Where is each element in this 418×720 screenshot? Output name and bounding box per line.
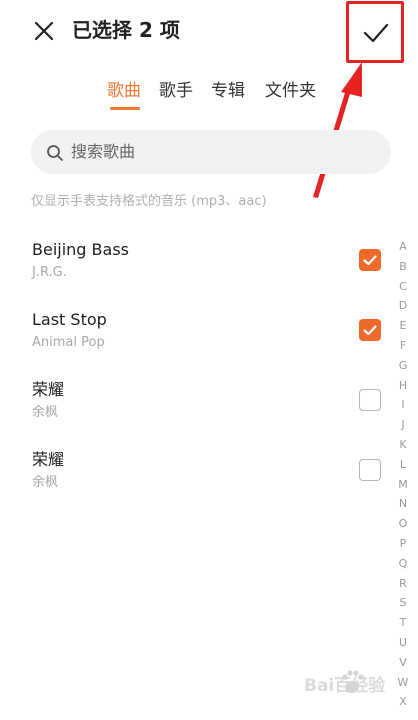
song-checkbox-unchecked[interactable] xyxy=(359,459,381,481)
alphabet-letter[interactable]: L xyxy=(396,458,410,472)
alphabet-letter[interactable]: S xyxy=(396,596,410,610)
song-row[interactable]: 荣耀 余枫 xyxy=(0,442,390,500)
song-artist: Animal Pop xyxy=(32,335,105,350)
alphabet-letter[interactable]: E xyxy=(396,319,410,333)
format-hint: 仅显示手表支持格式的音乐 (mp3、aac) xyxy=(31,194,267,209)
search-placeholder: 搜索歌曲 xyxy=(71,142,136,161)
selection-title: 已选择 2 项 xyxy=(72,18,180,42)
alphabet-letter[interactable]: F xyxy=(396,339,410,353)
song-checkbox-checked[interactable] xyxy=(359,319,381,341)
song-title: 荣耀 xyxy=(32,380,65,399)
song-row[interactable]: 荣耀 余枫 xyxy=(0,372,390,430)
check-icon xyxy=(363,325,377,336)
alphabet-letter[interactable]: D xyxy=(396,299,410,313)
song-row[interactable]: Last Stop Animal Pop xyxy=(0,302,390,360)
song-artist: J.R.G. xyxy=(32,265,67,280)
song-checkbox-unchecked[interactable] xyxy=(359,389,381,411)
song-title: Beijing Bass xyxy=(32,240,129,259)
alphabet-letter[interactable]: A xyxy=(396,240,410,254)
song-artist: 余枫 xyxy=(32,405,59,420)
alphabet-letter[interactable]: N xyxy=(396,497,410,511)
close-icon xyxy=(34,21,54,41)
active-tab-indicator xyxy=(110,107,140,110)
close-button[interactable] xyxy=(30,17,58,45)
alphabet-letter[interactable]: U xyxy=(396,636,410,650)
song-row[interactable]: Beijing Bass J.R.G. xyxy=(0,232,390,290)
alphabet-letter[interactable]: O xyxy=(396,517,410,531)
alphabet-letter[interactable]: K xyxy=(396,438,410,452)
alphabet-letter[interactable]: J xyxy=(396,418,410,432)
alphabet-letter[interactable]: C xyxy=(396,280,410,294)
song-title: 荣耀 xyxy=(32,450,65,469)
song-checkbox-checked[interactable] xyxy=(359,249,381,271)
watermark-text: Bai百经验 xyxy=(304,675,386,696)
tab-folders[interactable]: 文件夹 xyxy=(265,80,316,102)
song-title: Last Stop xyxy=(32,310,107,329)
alphabet-letter[interactable]: I xyxy=(396,398,410,412)
tab-albums[interactable]: 专辑 xyxy=(211,80,245,102)
check-icon xyxy=(363,255,377,266)
alphabet-letter[interactable]: B xyxy=(396,260,410,274)
tab-artists[interactable]: 歌手 xyxy=(159,80,193,102)
annotation-arrow xyxy=(313,62,362,198)
alphabet-letter[interactable]: G xyxy=(396,359,410,373)
alphabet-letter[interactable]: H xyxy=(396,379,410,393)
song-artist: 余枫 xyxy=(32,475,59,490)
tab-songs[interactable]: 歌曲 xyxy=(107,80,141,102)
search-icon xyxy=(47,145,63,161)
annotation-highlight-box xyxy=(346,1,404,63)
alphabet-letter[interactable]: T xyxy=(396,616,410,630)
alphabet-letter[interactable]: M xyxy=(396,478,410,492)
alphabet-letter[interactable]: P xyxy=(396,537,410,551)
alphabet-letter[interactable]: Q xyxy=(396,557,410,571)
watermark-logo: Bai百经验 xyxy=(304,670,386,696)
alphabet-letter[interactable]: R xyxy=(396,577,410,591)
